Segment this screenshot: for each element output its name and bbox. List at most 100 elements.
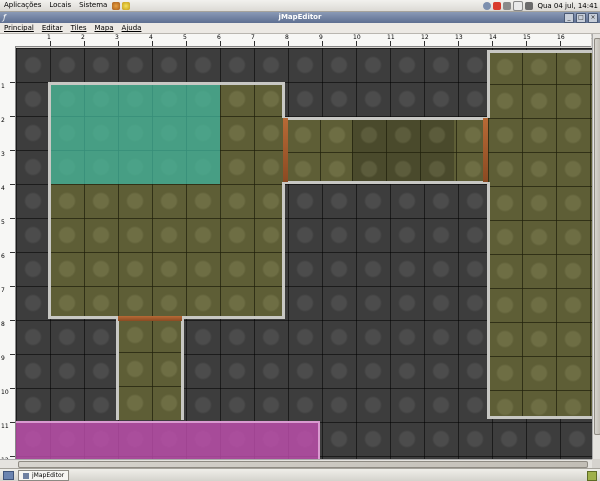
wall-room-right-left-lower: [487, 182, 490, 419]
horizontal-scroll-thumb[interactable]: [18, 461, 588, 468]
ruler-top-tick: [526, 41, 527, 46]
ruler-left-tick: [10, 82, 15, 83]
ruler-top-tick: [424, 41, 425, 46]
ruler-top-tick: [356, 41, 357, 46]
ruler-top-label: 3: [115, 34, 119, 41]
ruler-left: 123456789101112: [0, 47, 16, 464]
ruler-left-label: 8: [1, 321, 5, 328]
window-app-icon: [23, 472, 29, 479]
ruler-top-tick: [254, 41, 255, 46]
pen-icon[interactable]: [525, 1, 534, 10]
ruler-left-tick: [10, 116, 15, 117]
wall-room-right-left-upper: [487, 50, 490, 118]
ruler-left-tick: [10, 422, 15, 423]
wall-room-a-right-lower: [282, 182, 285, 319]
ruler-top-label: 13: [455, 34, 463, 41]
window-titlebar[interactable]: ƒ jMapEditor _ □ ×: [0, 12, 600, 23]
panel-menu-places[interactable]: Locais: [45, 0, 75, 11]
volume-icon[interactable]: [503, 1, 512, 10]
ruler-left-label: 10: [1, 389, 9, 396]
ruler-left-tick: [10, 456, 15, 457]
vertical-scrollbar[interactable]: [592, 34, 600, 459]
app-launcher-icon[interactable]: [112, 1, 121, 10]
ruler-top-label: 14: [489, 34, 497, 41]
close-button[interactable]: ×: [588, 13, 598, 23]
wall-room-a-top: [48, 82, 285, 85]
maximize-button[interactable]: □: [576, 13, 586, 23]
ruler-top-tick: [390, 41, 391, 46]
ruler-left-label: 3: [1, 151, 5, 158]
ruler-top-label: 8: [285, 34, 289, 41]
floor-corridor-south: [118, 318, 182, 420]
ruler-top-label: 11: [387, 34, 395, 41]
notification-icon[interactable]: [493, 1, 502, 10]
menu-tiles[interactable]: Tiles: [67, 23, 91, 33]
panel-clock[interactable]: Qua 04 jul, 14:41: [537, 2, 598, 10]
panel-menu-system[interactable]: Sistema: [75, 0, 111, 11]
ruler-left-tick: [10, 388, 15, 389]
taskbar-window-button[interactable]: jMapEditor: [18, 470, 70, 481]
ruler-top-tick: [152, 41, 153, 46]
window-title: jMapEditor: [278, 13, 322, 21]
ruler-top-tick: [84, 41, 85, 46]
ruler-top-label: 4: [149, 34, 153, 41]
ruler-top-label: 7: [251, 34, 255, 41]
ruler-left-label: 4: [1, 185, 5, 192]
ruler-top-tick: [458, 41, 459, 46]
ruler-top-label: 2: [81, 34, 85, 41]
vertical-scroll-thumb[interactable]: [594, 38, 600, 435]
minimize-button[interactable]: _: [564, 13, 574, 23]
selection-cyan[interactable]: [50, 82, 220, 184]
floor-corridor-east-shaded: [352, 118, 454, 182]
map-canvas[interactable]: [16, 48, 592, 459]
door-west-corridor[interactable]: [283, 118, 288, 182]
window-controls: _ □ ×: [564, 13, 598, 23]
ruler-top-label: 16: [557, 34, 565, 41]
menu-editar[interactable]: Editar: [38, 23, 67, 33]
door-south-corridor[interactable]: [118, 316, 182, 321]
ruler-top-label: 6: [217, 34, 221, 41]
ruler-top-tick: [560, 41, 561, 46]
ruler-left-tick: [10, 150, 15, 151]
ruler-top: 1234567891011121314151617: [15, 34, 599, 47]
ruler-left-label: 1: [1, 83, 5, 90]
wall-room-a-left: [48, 82, 51, 319]
ruler-top-tick: [288, 41, 289, 46]
ruler-top-label: 12: [421, 34, 429, 41]
ruler-top-label: 1: [47, 34, 51, 41]
ruler-left-label: 11: [1, 423, 9, 430]
ruler-top-tick: [50, 41, 51, 46]
network-icon[interactable]: [483, 1, 492, 10]
panel-menu-applications[interactable]: Aplicações: [0, 0, 45, 11]
menu-principal[interactable]: Principal: [0, 23, 38, 33]
ruler-top-label: 5: [183, 34, 187, 41]
ruler-top-tick: [322, 41, 323, 46]
menu-ajuda[interactable]: Ajuda: [118, 23, 146, 33]
ruler-left-label: 9: [1, 355, 5, 362]
ruler-left-label: 2: [1, 117, 5, 124]
help-icon[interactable]: [122, 1, 131, 10]
wall-room-a-bottom-left: [48, 316, 118, 319]
taskbar-window-label: jMapEditor: [32, 472, 65, 479]
horizontal-scrollbar[interactable]: [0, 459, 592, 468]
ruler-left-label: 7: [1, 287, 5, 294]
ruler-left-tick: [10, 252, 15, 253]
selection-magenta[interactable]: [16, 421, 320, 459]
ruler-left-tick: [10, 218, 15, 219]
ruler-left-label: 5: [1, 219, 5, 226]
ruler-top-tick: [186, 41, 187, 46]
ruler-top-label: 15: [523, 34, 531, 41]
panel-tray: Qua 04 jul, 14:41: [482, 0, 598, 11]
ruler-top-label: 10: [353, 34, 361, 41]
menubar: Principal Editar Tiles Mapa Ajuda: [0, 23, 600, 34]
ruler-corner: [0, 34, 15, 47]
ruler-top-tick: [118, 41, 119, 46]
bottom-taskbar: jMapEditor: [0, 468, 600, 481]
menu-mapa[interactable]: Mapa: [90, 23, 117, 33]
show-desktop-icon[interactable]: [3, 471, 14, 480]
floor-room-right: [488, 50, 592, 418]
ruler-top-label: 9: [319, 34, 323, 41]
wall-room-right-bottom: [487, 416, 592, 419]
ruler-left-tick: [10, 286, 15, 287]
mail-icon[interactable]: [513, 0, 524, 11]
